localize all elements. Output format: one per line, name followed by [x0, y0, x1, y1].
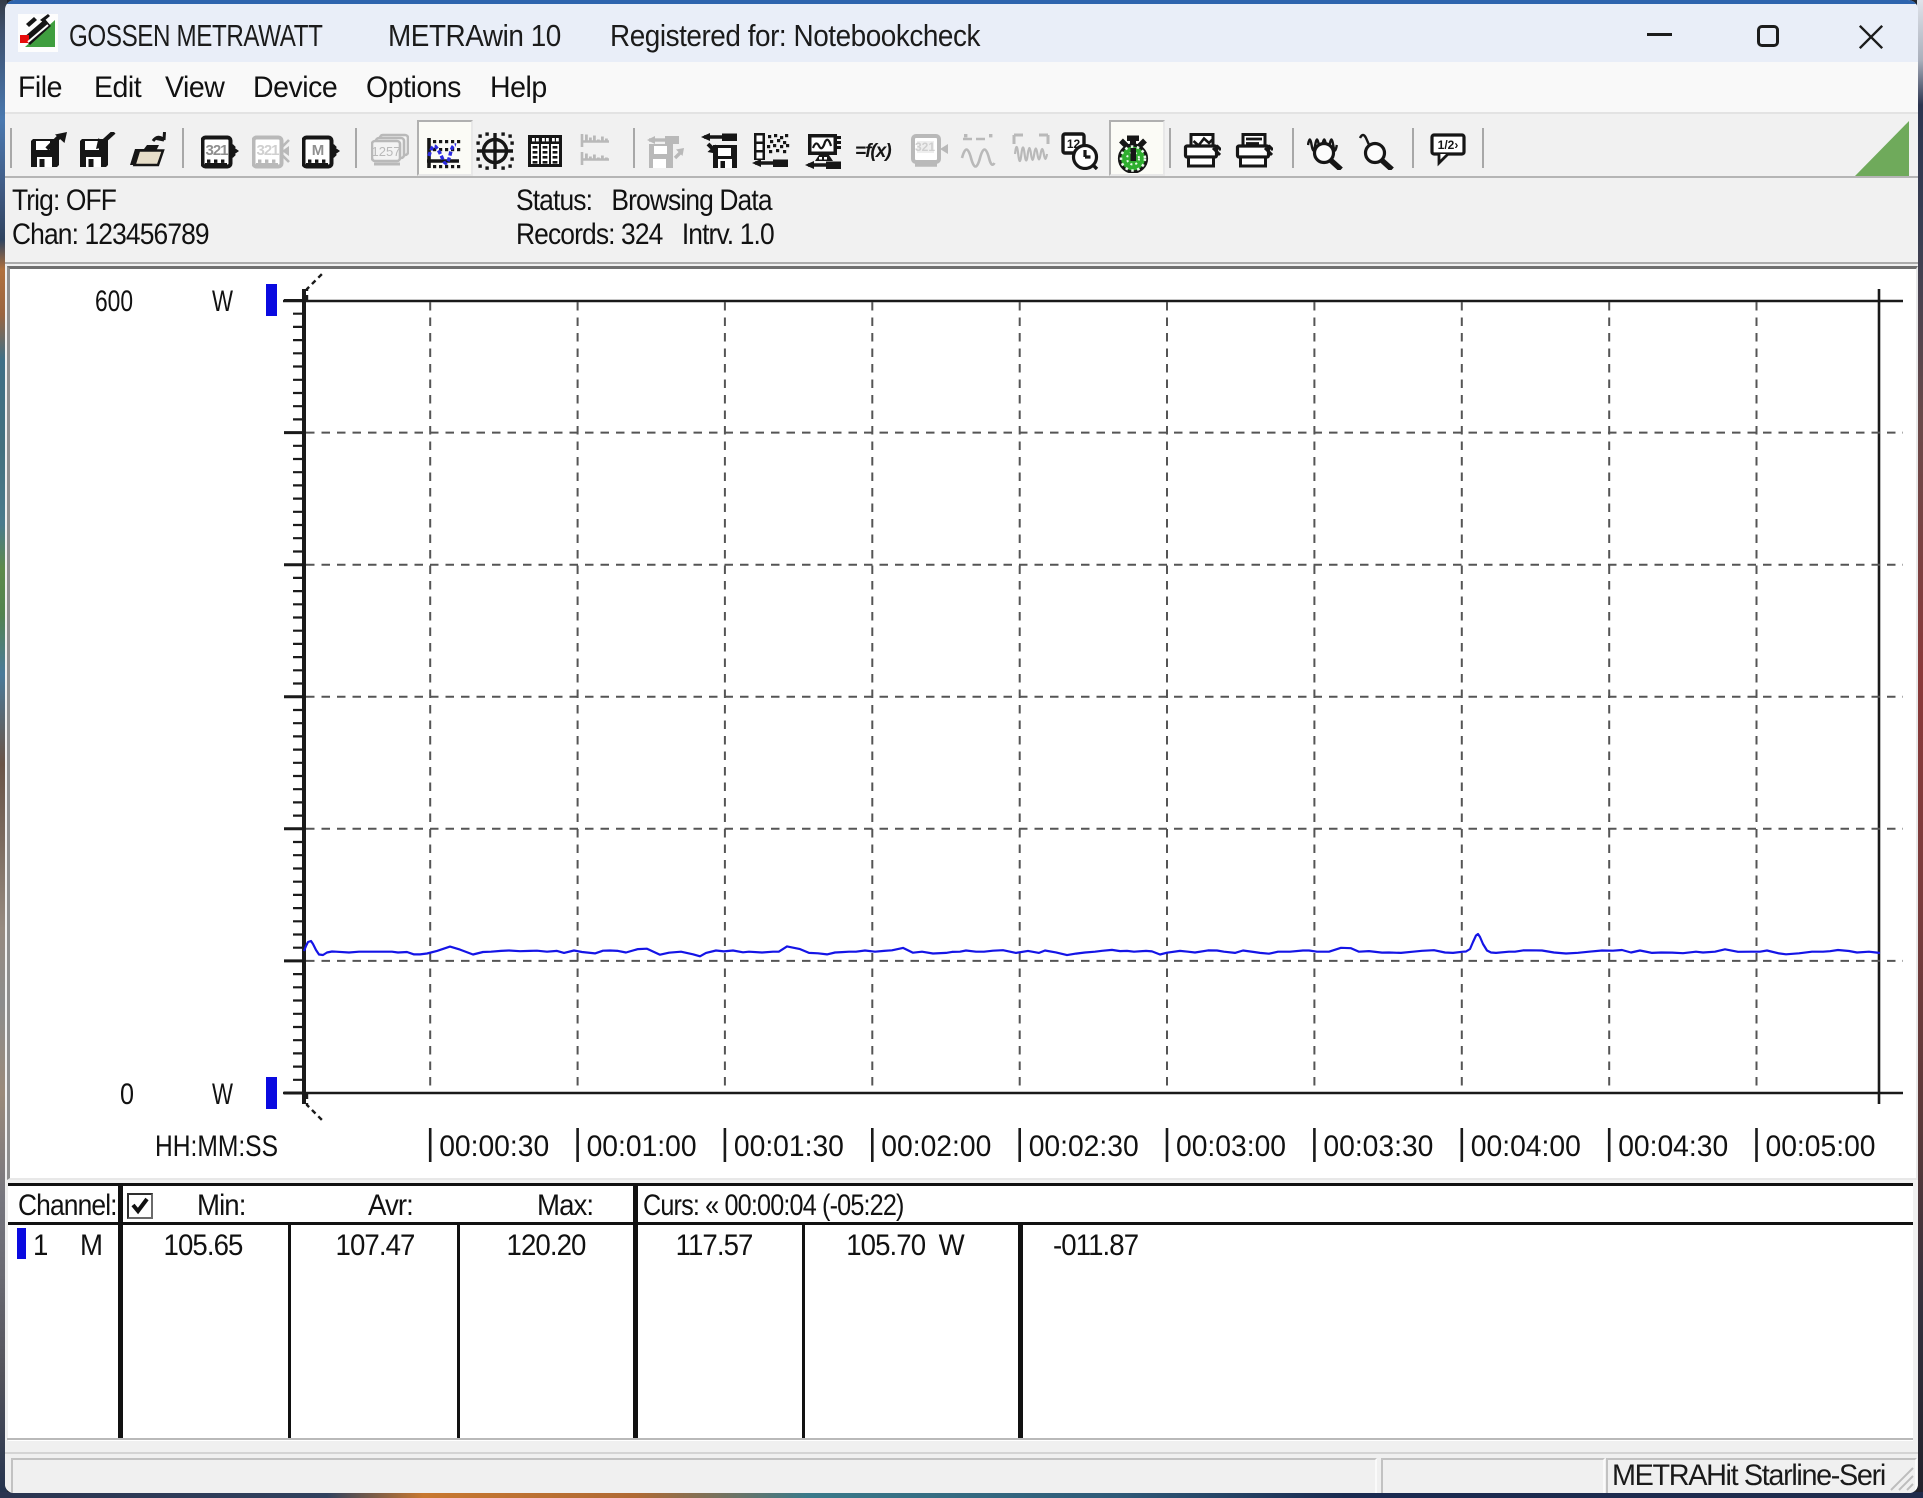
svg-text:00:00:30: 00:00:30: [439, 1130, 549, 1163]
svg-text:00:02:00: 00:02:00: [881, 1130, 991, 1163]
svg-text:00:03:00: 00:03:00: [1176, 1130, 1286, 1163]
svg-text:00:01:30: 00:01:30: [734, 1130, 844, 1163]
svg-text:W: W: [212, 1078, 233, 1111]
svg-text:HH:MM:SS: HH:MM:SS: [155, 1130, 278, 1163]
svg-text:00:02:30: 00:02:30: [1029, 1130, 1139, 1163]
svg-text:00:01:00: 00:01:00: [587, 1130, 697, 1163]
svg-text:600: 600: [95, 285, 133, 318]
svg-text:W: W: [212, 285, 233, 318]
svg-text:00:04:30: 00:04:30: [1618, 1130, 1728, 1163]
svg-text:0: 0: [120, 1078, 134, 1111]
svg-text:00:04:00: 00:04:00: [1471, 1130, 1581, 1163]
svg-text:00:05:00: 00:05:00: [1766, 1130, 1876, 1163]
svg-text:00:03:30: 00:03:30: [1323, 1130, 1433, 1163]
